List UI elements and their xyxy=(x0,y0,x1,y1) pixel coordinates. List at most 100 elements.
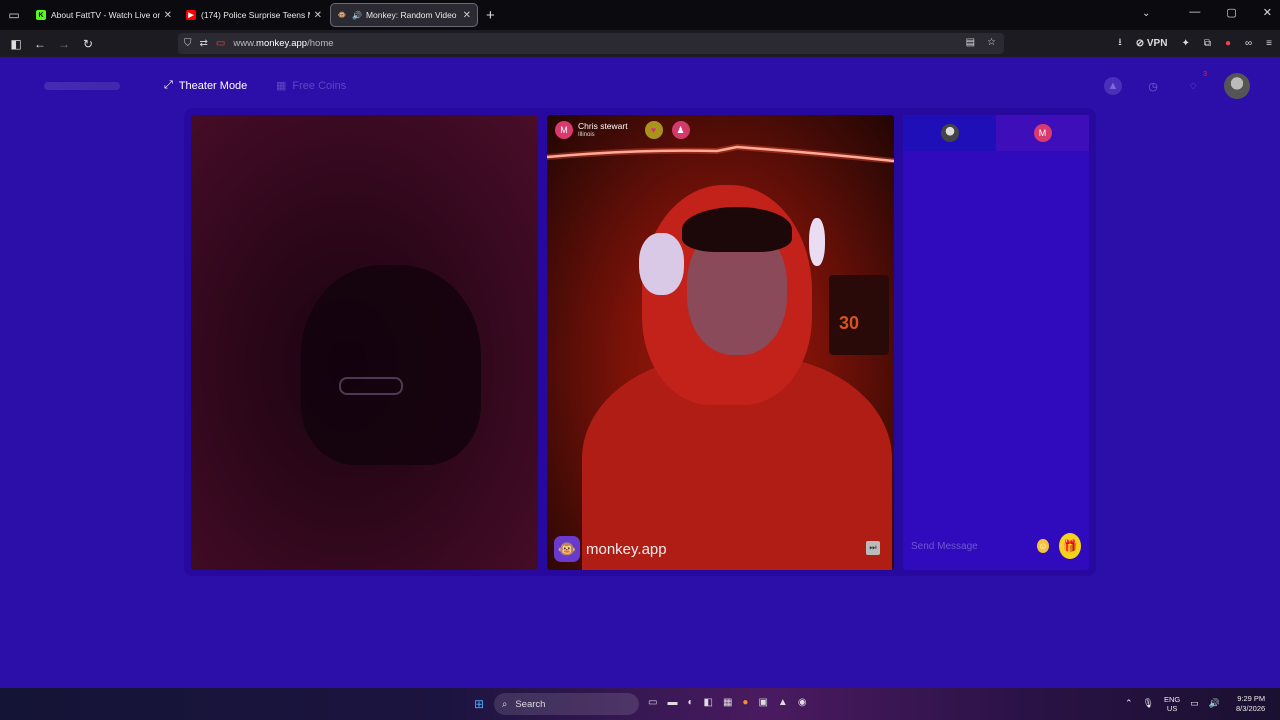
permissions-icon[interactable]: ⇄ xyxy=(200,38,208,49)
firefox-icon[interactable]: ● xyxy=(742,697,748,708)
tab-title: Monkey: Random Video Ch xyxy=(365,10,459,20)
emoji-icon[interactable]: ☺ xyxy=(1037,539,1049,553)
extension-icon[interactable]: ✦ xyxy=(1181,38,1189,49)
vpn-label: VPN xyxy=(1146,38,1168,49)
edge-icon[interactable]: ◐ xyxy=(687,697,693,708)
file-explorer-icon[interactable]: ▬ xyxy=(667,697,677,708)
store-icon[interactable]: ▲ xyxy=(778,697,788,708)
close-tab-icon[interactable]: ✕ xyxy=(314,10,322,21)
vpn-button[interactable]: ⊘ VPN xyxy=(1136,38,1168,49)
download-icon[interactable]: ⭳ xyxy=(1118,35,1122,52)
camera-icon[interactable]: ▭ xyxy=(216,38,225,49)
self-avatar xyxy=(940,124,959,142)
tab-monkey[interactable]: 🐵 🔊 Monkey: Random Video Ch ✕ xyxy=(330,3,478,27)
heart-icon[interactable]: ♥ xyxy=(644,121,663,139)
sidebar-toggle-icon[interactable]: ◧ xyxy=(4,32,28,56)
chat-tabs: M xyxy=(903,115,1089,151)
reader-view-icon[interactable]: ▤ xyxy=(966,37,975,48)
outlook-icon[interactable]: ◧ xyxy=(704,697,713,708)
windows-taskbar: ⊞ ⌕ Search ▭ ▬ ◐ ◧ ▦ ● ▣ ▲ ◉ ⌃ 🎙 ENG US … xyxy=(0,688,1280,720)
peer-video-feed: 30 xyxy=(547,115,894,570)
minimize-icon[interactable]: — xyxy=(1189,6,1200,19)
peer-avatar[interactable]: M xyxy=(555,121,573,139)
volume-icon[interactable]: 🔊 xyxy=(1209,698,1220,709)
maximize-icon[interactable]: ▢ xyxy=(1226,6,1236,19)
extensions-puzzle-icon[interactable]: ⧉ xyxy=(1204,38,1211,49)
filter-icon[interactable]: ▲ xyxy=(1104,77,1122,95)
new-tab-icon[interactable]: + xyxy=(486,7,495,24)
coins-icon: ▦ xyxy=(276,80,287,92)
jersey-number: 30 xyxy=(839,313,860,333)
app-icon[interactable]: ▣ xyxy=(758,697,767,708)
url-bar[interactable]: ⛉ ⇄ ▭ www. monkey.app/home ▤ ☆ xyxy=(178,33,1004,54)
peer-chat-avatar: M xyxy=(1033,124,1052,142)
url-host: monkey.app xyxy=(256,38,308,49)
system-tray: ⌃ 🎙 ENG US ▭ 🔊 9:29 PM 8/3/2026 xyxy=(1125,694,1265,714)
taskbar-search[interactable]: ⌕ Search xyxy=(494,693,639,715)
chat-tab-peer[interactable]: M xyxy=(996,115,1089,151)
monkey-logo[interactable] xyxy=(44,82,120,90)
chevron-down-icon[interactable]: ⌄ xyxy=(1142,8,1150,19)
skip-next-icon[interactable]: ⏭ xyxy=(866,541,880,555)
header-actions: ▲ ◷ ◌ 3 xyxy=(1104,71,1250,99)
calendar-icon[interactable]: ▦ xyxy=(723,697,732,708)
tab-list-icon[interactable]: ▭ xyxy=(0,0,28,30)
network-icon[interactable]: ▭ xyxy=(1190,698,1199,709)
user-avatar[interactable] xyxy=(1224,73,1250,99)
peer-hair xyxy=(682,207,792,252)
search-label: Search xyxy=(515,698,546,710)
close-tab-icon[interactable]: ✕ xyxy=(463,10,471,21)
tab-title: About FattTV - Watch Live on K xyxy=(51,10,160,20)
date: 8/3/2026 xyxy=(1235,703,1266,713)
browser-nav-bar: ◧ ← → ↻ ⛉ ⇄ ▭ www. monkey.app/home ▤ ☆ ⭳ … xyxy=(0,30,1280,57)
search-icon: ⌕ xyxy=(502,698,508,710)
back-icon[interactable]: ← xyxy=(28,32,52,56)
windows-start-icon[interactable]: ⊞ xyxy=(474,697,484,711)
tab-youtube[interactable]: ▶ (174) Police Surprise Teens Min: ✕ xyxy=(180,3,328,27)
report-icon[interactable]: ♟ xyxy=(671,121,690,139)
lang-top: ENG xyxy=(1163,694,1181,704)
kick-favicon-icon: K xyxy=(36,10,46,20)
shield-icon[interactable]: ⛉ xyxy=(184,38,192,49)
history-clock-icon[interactable]: ◷ xyxy=(1144,77,1162,95)
peer-headphone-left xyxy=(639,233,684,295)
forward-icon[interactable]: → xyxy=(52,32,76,56)
message-input[interactable] xyxy=(911,540,1031,552)
github-icon[interactable]: ◉ xyxy=(798,697,807,708)
private-mask-icon[interactable]: ∞ xyxy=(1245,38,1252,49)
clock[interactable]: 9:29 PM 8/3/2026 xyxy=(1236,694,1265,714)
microphone-icon[interactable]: 🎙 xyxy=(1143,698,1154,709)
url-path: /home xyxy=(307,38,334,49)
bookmark-star-icon[interactable]: ☆ xyxy=(987,37,996,48)
self-glasses xyxy=(339,377,403,395)
window-controls: — ▢ ✕ xyxy=(1189,6,1272,19)
tab-fatttv[interactable]: K About FattTV - Watch Live on K ✕ xyxy=(30,3,178,27)
chevron-up-icon[interactable]: ⌃ xyxy=(1125,698,1133,709)
self-silhouette xyxy=(301,265,481,465)
task-view-icon[interactable]: ▭ xyxy=(648,697,657,708)
expand-icon: ⤢ xyxy=(164,79,173,91)
peer-location: Illinois xyxy=(578,132,595,139)
monkey-watermark: 🐵 monkey.app xyxy=(554,536,667,562)
tab-title: (174) Police Surprise Teens Min: xyxy=(201,10,310,20)
peer-name: Chris stewart xyxy=(578,120,628,131)
free-coins-button[interactable]: ▦ Free Coins xyxy=(276,79,346,93)
theater-mode-label: Theater Mode xyxy=(178,79,248,92)
lang-bottom: US xyxy=(1166,703,1178,713)
monkey-favicon-icon: 🐵 xyxy=(337,12,347,19)
close-tab-icon[interactable]: ✕ xyxy=(164,10,172,21)
peer-jersey: 30 xyxy=(829,275,889,355)
language-indicator[interactable]: ENG US xyxy=(1164,695,1180,713)
theater-mode-button[interactable]: ⤢ Theater Mode xyxy=(164,79,247,92)
url-prefix: www. xyxy=(233,38,257,49)
messages-icon[interactable]: ◌ 3 xyxy=(1184,71,1207,95)
watermark-text: monkey.app xyxy=(586,540,667,558)
reload-icon[interactable]: ↻ xyxy=(76,32,100,56)
profile-avatar-icon[interactable]: ● xyxy=(1225,38,1231,49)
chat-tab-self[interactable] xyxy=(903,115,996,151)
led-strip xyxy=(547,143,894,163)
close-window-icon[interactable]: ✕ xyxy=(1263,6,1272,19)
gift-icon[interactable]: 🎁 xyxy=(1058,533,1081,559)
menu-icon[interactable]: ≡ xyxy=(1266,38,1272,49)
audio-icon[interactable]: 🔊 xyxy=(352,11,362,20)
